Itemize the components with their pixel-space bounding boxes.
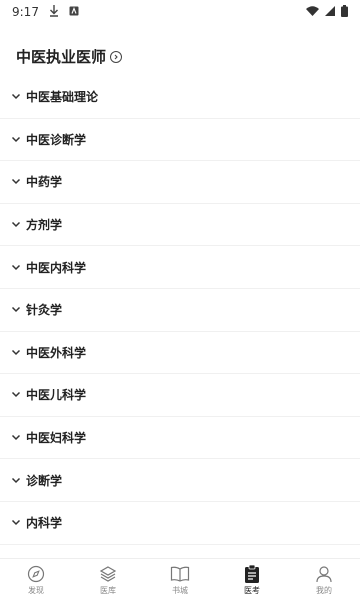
category-item[interactable]: 中医儿科学: [0, 374, 360, 417]
chevron-down-icon: [10, 176, 22, 188]
chevron-down-icon: [10, 346, 22, 358]
category-item[interactable]: 中医内科学: [0, 246, 360, 289]
category-label: 中医外科学: [26, 345, 87, 360]
chevron-down-icon: [10, 133, 22, 145]
category-label: 中医儿科学: [26, 388, 87, 403]
download-icon: [49, 4, 59, 20]
category-item[interactable]: 中医外科学: [0, 332, 360, 375]
nav-item-exam[interactable]: 医考: [216, 559, 288, 600]
nav-label: 医考: [244, 585, 260, 595]
category-label: 中医内科学: [26, 260, 87, 275]
chevron-down-icon: [10, 517, 22, 529]
chevron-down-icon: [10, 474, 22, 486]
category-item[interactable]: 中医基础理论: [0, 76, 360, 119]
nav-label: 发现: [28, 585, 44, 595]
clipboard-icon: [242, 564, 262, 584]
category-item[interactable]: 方剂学: [0, 204, 360, 247]
chevron-right-circle-icon[interactable]: [110, 50, 123, 63]
category-item[interactable]: 针灸学: [0, 289, 360, 332]
nav-item-library[interactable]: 医库: [72, 559, 144, 600]
nav-item-profile[interactable]: 我的: [288, 559, 360, 600]
category-label: 中药学: [26, 175, 63, 190]
page-title: 中医执业医师: [16, 48, 107, 66]
status-right: [306, 4, 348, 20]
nav-item-discover[interactable]: 发现: [0, 559, 72, 600]
category-item[interactable]: 中医诊断学: [0, 119, 360, 162]
category-item[interactable]: 中药学: [0, 161, 360, 204]
app-notification-icon: [69, 5, 79, 19]
status-left: 9:17: [12, 4, 79, 20]
nav-label: 书城: [172, 585, 188, 595]
chevron-down-icon: [10, 219, 22, 231]
chevron-down-icon: [10, 304, 22, 316]
signal-icon: [325, 5, 335, 19]
category-item[interactable]: 诊断学: [0, 459, 360, 502]
battery-icon: [341, 4, 348, 20]
nav-item-bookstore[interactable]: 书城: [144, 559, 216, 600]
category-label: 中医基础理论: [26, 90, 99, 105]
compass-icon: [26, 564, 46, 584]
category-label: 针灸学: [26, 303, 63, 318]
category-list: 中医基础理论 中医诊断学中药学方剂学中医内科学针灸学中医外科学中医儿科学中医妇科学…: [0, 76, 360, 545]
status-bar: 9:17: [0, 0, 360, 24]
chevron-down-icon: [10, 432, 22, 444]
category-item[interactable]: 中医妇科学: [0, 417, 360, 460]
chevron-down-icon: [10, 389, 22, 401]
chevron-down-icon: [10, 261, 22, 273]
wifi-icon: [306, 5, 319, 19]
category-label: 中医诊断学: [26, 132, 87, 147]
nav-label: 我的: [316, 585, 332, 595]
user-icon: [314, 564, 334, 584]
category-label: 中医妇科学: [26, 431, 87, 446]
book-icon: [170, 564, 190, 584]
bottom-nav: 发现 医库 书城 医考 我的: [0, 558, 360, 600]
chevron-down-icon: [10, 91, 22, 103]
page-header[interactable]: 中医执业医师: [16, 46, 123, 67]
nav-label: 医库: [100, 585, 116, 595]
status-time: 9:17: [12, 5, 39, 19]
category-item[interactable]: 内科学: [0, 502, 360, 545]
layers-icon: [98, 564, 118, 584]
category-label: 诊断学: [26, 473, 63, 488]
category-label: 方剂学: [26, 218, 63, 233]
category-label: 内科学: [26, 516, 63, 531]
